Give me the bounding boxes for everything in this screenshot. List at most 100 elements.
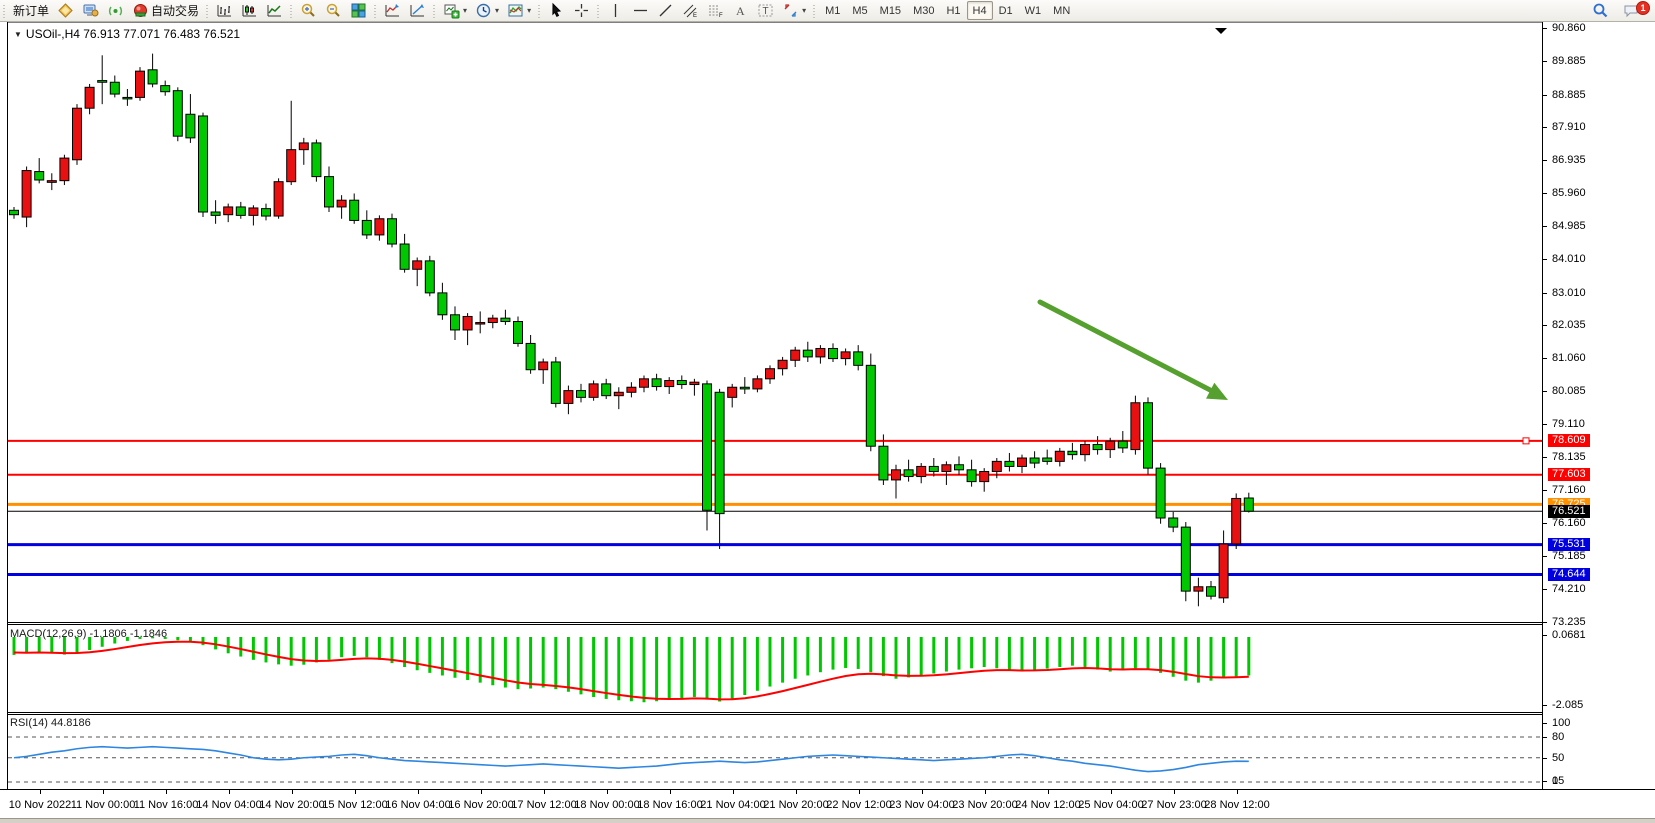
- panel-divider[interactable]: [7, 714, 1543, 715]
- panel-divider[interactable]: [7, 712, 1543, 713]
- timeframe-m30-button[interactable]: M30: [907, 1, 940, 20]
- time-axis-label: 10 Nov 2022: [9, 799, 71, 811]
- timeframe-w1-button[interactable]: W1: [1019, 1, 1048, 20]
- timeframe-m5-button[interactable]: M5: [846, 1, 873, 20]
- channel-tool-button[interactable]: E: [678, 0, 703, 21]
- arrows-tool-button[interactable]: ▾: [778, 0, 810, 21]
- axis-tick: [1543, 127, 1547, 128]
- panel-divider[interactable]: [7, 624, 1543, 625]
- candle-body: [413, 261, 422, 269]
- axis-tick: [1543, 325, 1547, 326]
- candle-body: [955, 465, 964, 470]
- tile-windows-button[interactable]: [346, 0, 371, 21]
- signal-button[interactable]: [103, 0, 128, 21]
- timeframe-h4-button[interactable]: H4: [967, 1, 993, 20]
- rsi-axis[interactable]: 1008050150: [1543, 715, 1655, 788]
- candle-body: [337, 200, 346, 207]
- axis-tick: [1543, 424, 1547, 425]
- trendline-tool-button[interactable]: [653, 0, 678, 21]
- new-chart-button[interactable]: ▾: [439, 0, 471, 21]
- candlestick-button[interactable]: [237, 0, 262, 21]
- time-axis-tick: [481, 790, 482, 794]
- time-axis-tick: [985, 790, 986, 794]
- autotrading-button[interactable]: 自动交易: [128, 0, 203, 21]
- time-axis-tick: [922, 790, 923, 794]
- candle-body: [866, 365, 875, 446]
- candle-body: [35, 172, 44, 180]
- trend-arrow-annotation[interactable]: [1040, 302, 1214, 392]
- price-tick-label: 84.985: [1552, 220, 1586, 232]
- zoom-out-button[interactable]: [321, 0, 346, 21]
- macd-axis[interactable]: 0.0681-2.085: [1543, 625, 1655, 712]
- chat-badge: 1: [1636, 1, 1650, 15]
- trendline-icon: [657, 2, 674, 19]
- line-anchor-handle[interactable]: [1523, 438, 1529, 444]
- candle-body: [501, 318, 510, 321]
- axis-tick: [1543, 556, 1547, 557]
- candle-body: [173, 91, 182, 136]
- timeframe-mn-button[interactable]: MN: [1047, 1, 1076, 20]
- toolbar-separator: [595, 3, 602, 19]
- dropdown-arrow-icon[interactable]: ▾: [527, 6, 531, 15]
- candle-body: [1144, 403, 1153, 468]
- zoom-in-button[interactable]: [296, 0, 321, 21]
- panel-divider[interactable]: [7, 622, 1543, 623]
- rsi-line: [14, 747, 1249, 772]
- chat-button[interactable]: 1: [1619, 1, 1649, 21]
- search-button[interactable]: [1588, 0, 1613, 21]
- window-bottom-edge: [0, 818, 1655, 823]
- timeframe-m15-button[interactable]: M15: [874, 1, 907, 20]
- timeframe-d1-button[interactable]: D1: [993, 1, 1019, 20]
- text-icon: A: [732, 2, 749, 19]
- candle-body: [451, 315, 460, 330]
- gold-button[interactable]: [53, 0, 78, 21]
- time-axis-tick: [40, 790, 41, 794]
- time-axis-tick: [1174, 790, 1175, 794]
- hline-tool-button[interactable]: [628, 0, 653, 21]
- price-tick-label: 80.085: [1552, 385, 1586, 397]
- candle-body: [992, 461, 1001, 471]
- text-tool-button[interactable]: A: [728, 0, 753, 21]
- channel-icon: E: [682, 2, 699, 19]
- dropdown-arrow-icon[interactable]: ▾: [495, 6, 499, 15]
- timeframe-h1-button[interactable]: H1: [940, 1, 966, 20]
- candle-body: [904, 470, 913, 477]
- price-axis[interactable]: 90.86089.88588.88587.91086.93585.96084.9…: [1543, 22, 1655, 622]
- chart-shift-marker[interactable]: [1215, 28, 1227, 34]
- toolbar-separator: [536, 3, 543, 19]
- time-axis-tick: [103, 790, 104, 794]
- main-price-chart[interactable]: [7, 22, 1543, 623]
- period-clock-button[interactable]: ▾: [471, 0, 503, 21]
- rsi-label[interactable]: RSI(14) 44.8186: [10, 717, 91, 729]
- cursor-button[interactable]: [544, 0, 569, 21]
- candle-body: [85, 87, 94, 108]
- time-axis-tick: [1048, 790, 1049, 794]
- svg-text:F: F: [719, 13, 723, 19]
- svg-text:E: E: [693, 13, 697, 19]
- dropdown-arrow-icon[interactable]: ▾: [463, 6, 467, 15]
- fibonacci-tool-button[interactable]: F: [703, 0, 728, 21]
- template-button[interactable]: ▾: [503, 0, 535, 21]
- objects-button[interactable]: [405, 0, 430, 21]
- autotrading-icon: [132, 2, 149, 19]
- accounts-button[interactable]: [78, 0, 103, 21]
- vline-tool-button[interactable]: [603, 0, 628, 21]
- dropdown-arrow-icon[interactable]: ▾: [802, 6, 806, 15]
- candle-body: [665, 381, 674, 387]
- rsi-indicator-panel[interactable]: [7, 715, 1543, 789]
- indicators-button[interactable]: [380, 0, 405, 21]
- axis-tick: [1543, 457, 1547, 458]
- text-label-tool-button[interactable]: T: [753, 0, 778, 21]
- new-order-button[interactable]: 新订单: [9, 0, 53, 21]
- candle-body: [136, 71, 145, 97]
- chart-symbol-ohlc[interactable]: ▼USOil-,H4 76.913 77.071 76.483 76.521: [14, 27, 240, 41]
- price-tick-label: 84.010: [1552, 253, 1586, 265]
- macd-label[interactable]: MACD(12,26,9) -1.1806 -1.1846: [10, 628, 167, 640]
- crosshair-button[interactable]: [569, 0, 594, 21]
- line-chart-button[interactable]: [262, 0, 287, 21]
- timeframe-m1-button[interactable]: M1: [819, 1, 846, 20]
- price-tick-label: 78.135: [1552, 451, 1586, 463]
- bar-chart-button[interactable]: [212, 0, 237, 21]
- candle-body: [1244, 498, 1253, 511]
- macd-indicator-panel[interactable]: [7, 625, 1543, 713]
